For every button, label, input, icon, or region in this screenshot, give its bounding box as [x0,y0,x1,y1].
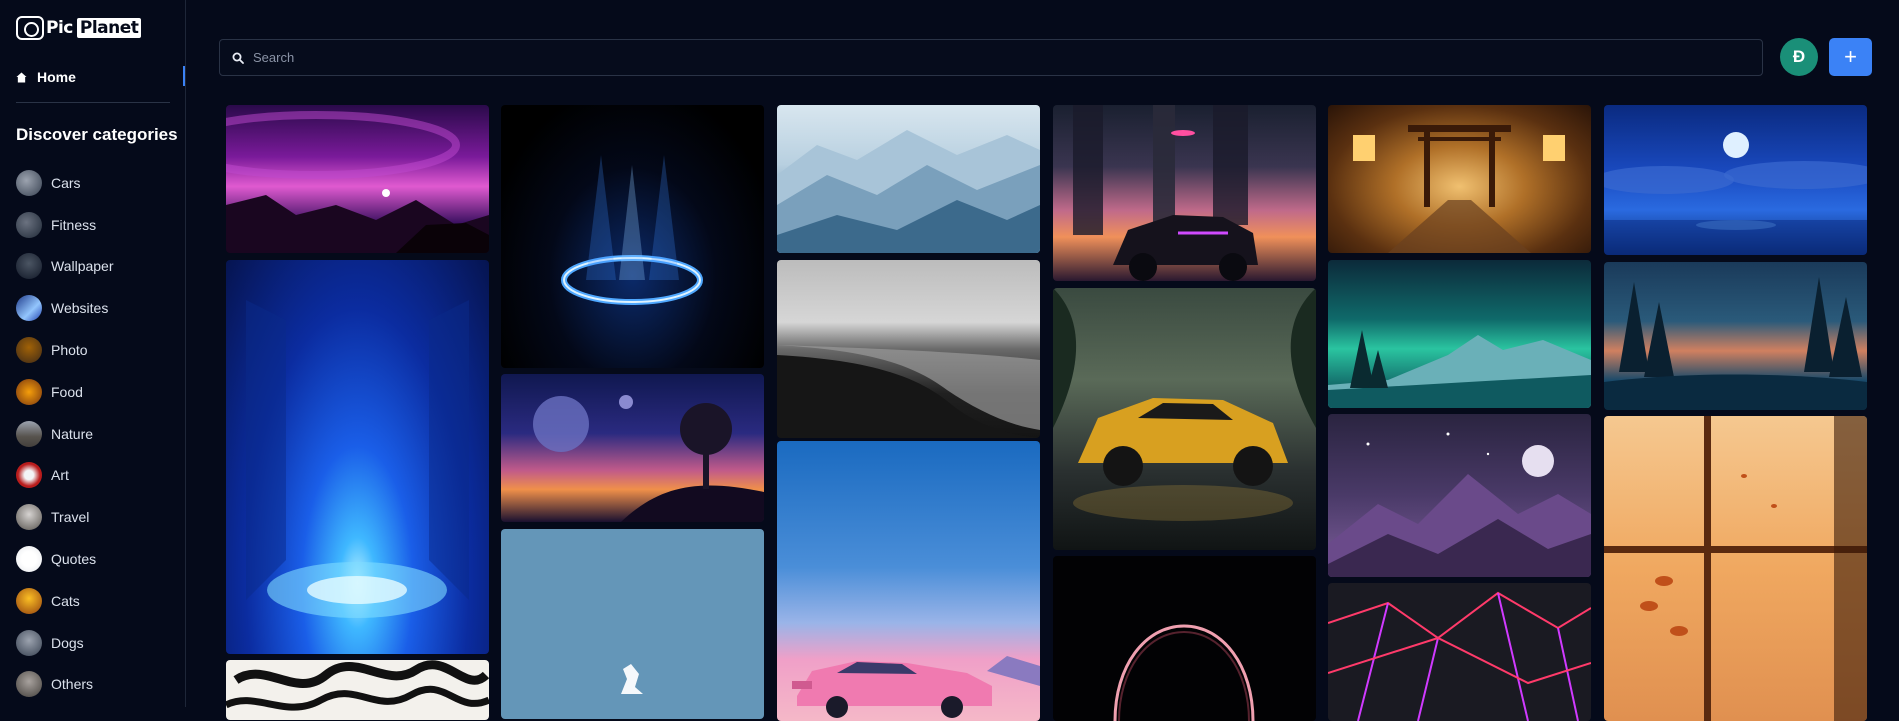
active-indicator [183,66,185,86]
image-tile-yellow-supercar-jungle[interactable] [1053,288,1316,550]
window-leaves-illustration [1604,416,1867,721]
beach-illustration [777,345,1040,438]
brush-illustration [226,660,489,711]
sidebar-item-cats[interactable]: Cats [16,580,114,622]
image-tile-black-white-brush-art[interactable] [226,660,489,720]
sidebar-item-label: Cars [51,174,81,191]
image-tile-neon-city-supercar[interactable] [1053,105,1316,281]
sidebar-item-label: Photo [51,342,88,359]
sidebar-item-label: Art [51,467,69,484]
shards-illustration [1328,591,1591,721]
category-avatar [16,587,42,614]
category-avatar [16,546,42,573]
discover-categories-title: Discover categories [16,125,178,144]
logo-word-planet: Planet [76,18,142,38]
search-bar[interactable] [219,39,1763,76]
forest-lake-illustration [1604,277,1867,410]
sidebar-item-label: Home [37,69,76,85]
sidebar-item-home[interactable]: Home [16,66,186,88]
image-tile-sunset-planet-tree[interactable] [501,374,764,522]
category-avatar [16,295,42,322]
category-avatar [16,211,42,238]
sidebar-item-label: Websites [51,300,109,317]
image-tile-black-sand-beach[interactable] [777,260,1040,438]
sidebar-item-fitness[interactable]: Fitness [16,204,114,246]
category-avatar [16,420,42,447]
sidebar: Pic Planet Home Discover categories Cars… [0,0,186,707]
category-avatar [16,337,42,364]
sidebar-item-label: Quotes [51,551,97,568]
image-tile-moonlit-ocean-clouds[interactable] [1604,105,1867,255]
sidebar-item-cars[interactable]: Cars [16,162,114,204]
image-tile-orange-window-leaves[interactable] [1604,416,1867,721]
user-avatar[interactable]: Đ [1780,38,1818,76]
sidebar-item-travel[interactable]: Travel [16,496,114,538]
image-tile-neon-geometric-shards[interactable] [1328,583,1591,721]
sidebar-item-label: Dogs [51,634,84,651]
category-avatar [16,629,42,656]
sidebar-item-wallpaper[interactable]: Wallpaper [16,246,114,288]
sidebar-item-websites[interactable]: Websites [16,287,114,329]
image-tile-japanese-torii-street[interactable] [1328,105,1591,253]
sidebar-item-nature[interactable]: Nature [16,413,114,455]
sidebar-item-art[interactable]: Art [16,455,114,497]
sidebar-item-label: Travel [51,509,90,526]
category-avatar [16,671,42,698]
tunnel-illustration [246,300,469,618]
image-tile-purple-planet-landscape[interactable] [226,105,489,253]
search-icon [232,52,244,64]
landscape-illustration [226,111,489,253]
arc-illustration [1113,624,1255,721]
category-list: Cars Fitness Wallpaper Websites Photo Fo… [16,162,114,705]
image-tile-dark-glowing-arc[interactable] [1053,556,1316,721]
image-tile-misty-blue-mountains[interactable] [777,105,1040,253]
sidebar-item-label: Cats [51,592,80,609]
sidebar-item-label: Fitness [51,216,97,233]
sidebar-item-label: Wallpaper [51,258,114,275]
logo-word-pic: Pic [46,18,73,38]
image-tile-purple-mountains-moon[interactable] [1328,414,1591,577]
mountains-illustration [777,130,1040,253]
image-tile-blue-portal-ring[interactable] [501,105,764,368]
image-tile-ferrari-logo-blue[interactable] [501,529,764,719]
sidebar-item-dogs[interactable]: Dogs [16,622,114,664]
category-avatar [16,462,42,489]
sidebar-item-label: Food [51,383,83,400]
category-avatar [16,378,42,405]
planet-tree-illustration [533,395,764,522]
image-tile-retro-pink-sportscar[interactable] [777,441,1040,721]
sidebar-item-others[interactable]: Others [16,664,114,706]
sportscar-illustration [792,656,1040,718]
horse-logo-illustration [621,664,643,694]
divider [16,102,170,103]
sidebar-item-quotes[interactable]: Quotes [16,538,114,580]
sidebar-item-label: Nature [51,425,94,442]
purple-mountains-illustration [1328,432,1591,577]
portal-illustration [561,155,703,305]
yellow-car-illustration [1053,288,1316,521]
search-input[interactable] [253,50,1753,65]
image-tile-teal-mountain-pines[interactable] [1328,260,1591,408]
image-tile-forest-lake-sunset[interactable] [1604,262,1867,410]
sidebar-item-photo[interactable]: Photo [16,329,114,371]
torii-illustration [1353,125,1565,253]
sidebar-item-label: Others [51,676,94,693]
category-avatar [16,253,42,280]
sidebar-item-food[interactable]: Food [16,371,114,413]
pines-illustration [1328,330,1591,408]
moon-ocean-illustration [1604,132,1867,255]
home-icon [16,71,27,83]
category-avatar [16,504,42,531]
add-image-button[interactable]: + [1829,38,1872,76]
city-car-illustration [1073,105,1258,281]
camera-icon [16,16,44,40]
category-avatar [16,169,42,196]
logo[interactable]: Pic Planet [16,14,142,42]
image-tile-blue-sci-fi-tunnel[interactable] [226,260,489,654]
